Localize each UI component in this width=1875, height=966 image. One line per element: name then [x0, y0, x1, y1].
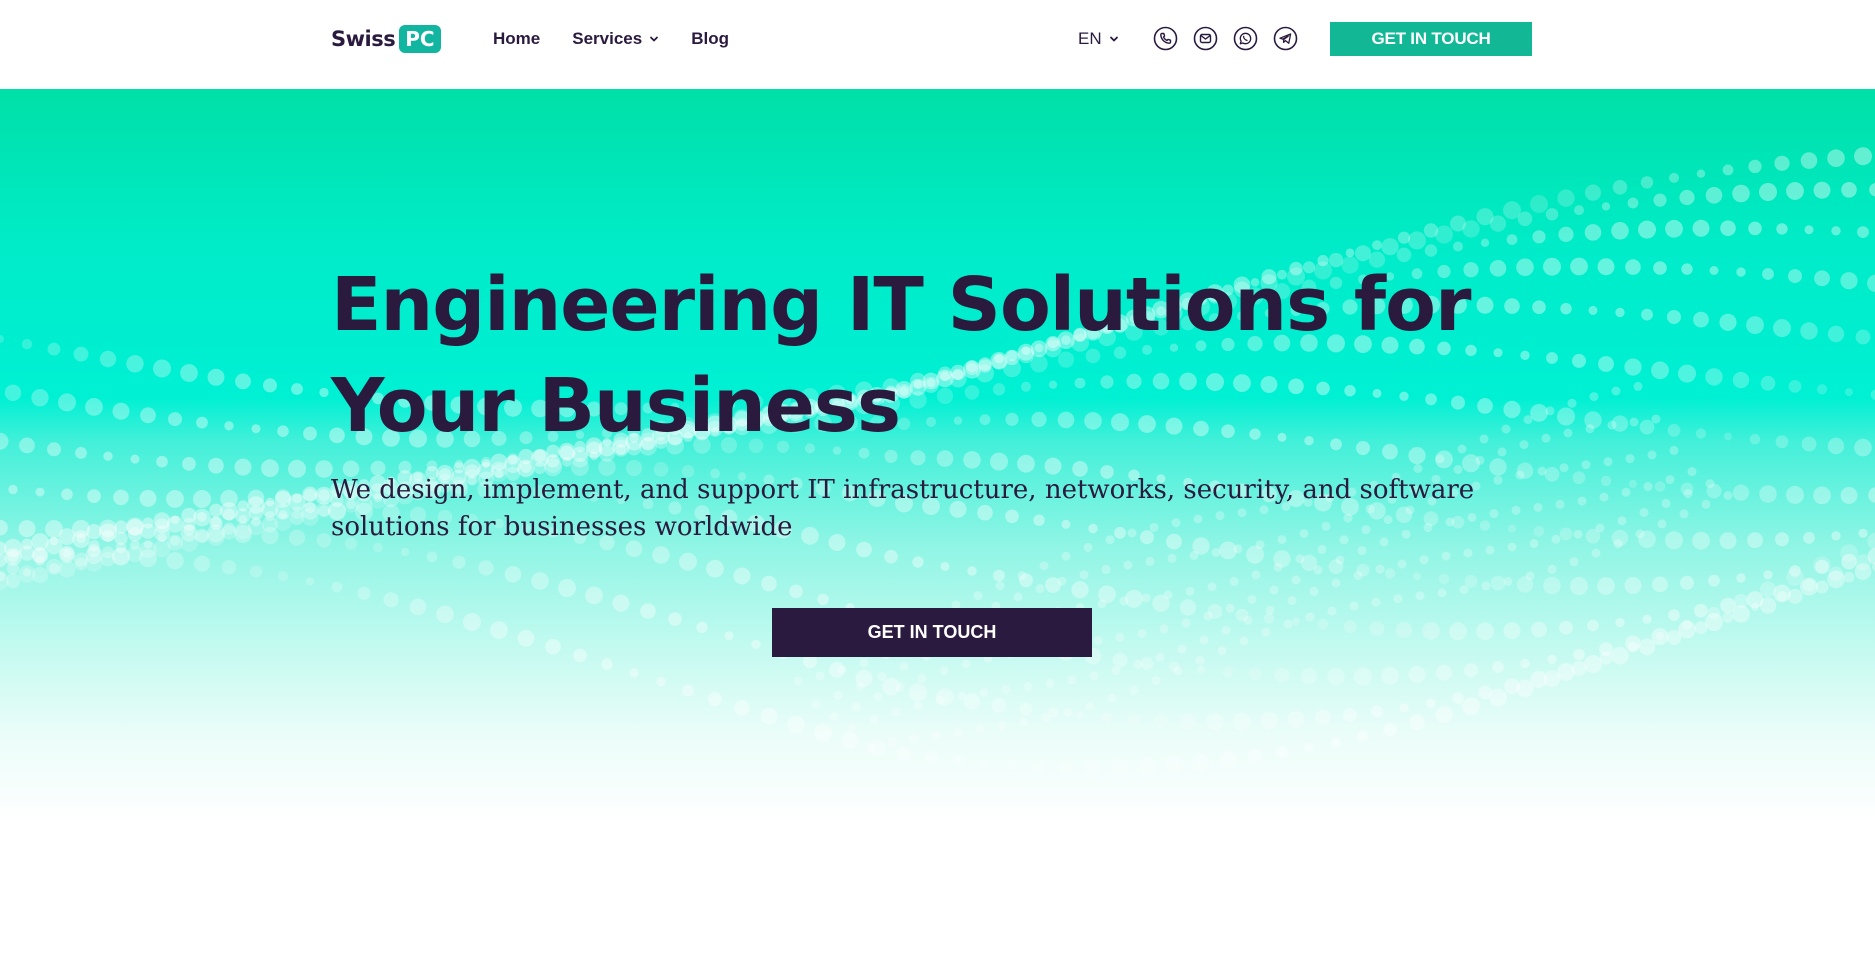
nav-item-label: Services	[572, 29, 643, 48]
nav-item-blog[interactable]: Blog	[691, 29, 729, 49]
chevron-down-icon	[650, 36, 659, 42]
hero-title-line: Your Business	[331, 363, 901, 449]
nav-item-label: Blog	[691, 29, 729, 48]
hero-get-in-touch-button[interactable]: GET IN TOUCH	[772, 608, 1092, 657]
nav-item-home[interactable]: Home	[493, 29, 540, 49]
telegram-icon[interactable]	[1273, 26, 1298, 51]
hero-title-line: Engineering IT Solutions for	[331, 262, 1471, 348]
main-nav: Home Services Blog	[493, 27, 761, 51]
mail-icon[interactable]	[1193, 26, 1218, 51]
brand-logo[interactable]: Swiss PC	[331, 24, 441, 54]
brand-badge: PC	[399, 25, 441, 53]
hero-title: Engineering IT Solutions for Your Busine…	[331, 255, 1531, 457]
language-label: EN	[1078, 29, 1102, 48]
language-selector[interactable]: EN	[1078, 27, 1119, 51]
brand-name: Swiss	[331, 27, 396, 51]
get-in-touch-button[interactable]: GET IN TOUCH	[1330, 22, 1532, 56]
nav-item-services[interactable]: Services	[572, 29, 659, 49]
hero-section: Engineering IT Solutions for Your Busine…	[0, 89, 1875, 824]
phone-icon[interactable]	[1153, 26, 1178, 51]
hero-subtitle: We design, implement, and support IT inf…	[331, 475, 1475, 542]
whatsapp-icon[interactable]	[1233, 26, 1258, 51]
site-header: Swiss PC Home Services Blog EN GET IN TO…	[0, 0, 1875, 89]
chevron-down-icon	[1109, 36, 1118, 42]
contact-icons	[1153, 26, 1313, 51]
nav-item-label: Home	[493, 29, 541, 48]
